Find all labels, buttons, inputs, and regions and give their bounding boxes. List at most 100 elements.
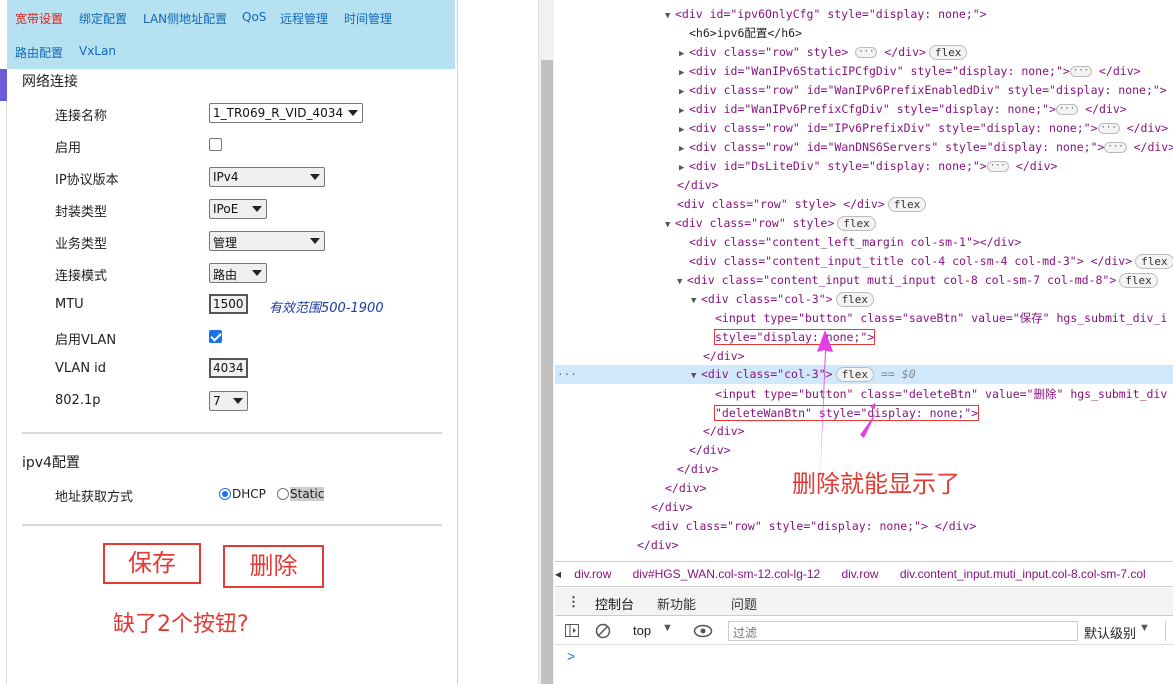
section-title-network: 网络连接 xyxy=(22,74,78,90)
tab-whats-new[interactable]: 新功能 xyxy=(657,594,696,613)
service-select[interactable]: 管理 xyxy=(209,231,325,251)
tab-lan-address[interactable]: LAN侧地址配置 xyxy=(143,10,227,27)
devtools-panel: ▼ <div id="ipv6OnlyCfg" style="display: n… xyxy=(555,0,1173,684)
breadcrumb-item[interactable]: div.row xyxy=(574,567,611,581)
expand-triangle-icon[interactable]: ▶ xyxy=(679,140,689,157)
dom-node[interactable]: ▶ <div id="WanIPv6PrefixCfgDiv" style="di… xyxy=(555,100,1173,119)
dom-node[interactable]: ▼ <div class="row" style> flex xyxy=(555,214,1173,233)
collapse-triangle-icon[interactable]: ▼ xyxy=(665,7,675,24)
chevron-down-icon: ▼ xyxy=(1139,622,1150,634)
chevron-down-icon xyxy=(310,174,320,180)
tab-broadband[interactable]: 宽带设置 xyxy=(15,10,63,27)
dom-node[interactable]: ▼ <div id="ipv6OnlyCfg" style="display: n… xyxy=(555,5,1173,24)
enable-checkbox[interactable] xyxy=(209,138,222,151)
sidebar-toggle-icon[interactable] xyxy=(565,624,580,638)
breadcrumb-item[interactable]: div.content_input.muti_input.col-8.col-s… xyxy=(900,567,1146,581)
dom-node[interactable]: ▶ <div class="row" style> ··· </div> flex xyxy=(555,43,1173,62)
expand-triangle-icon[interactable]: ▶ xyxy=(679,121,689,138)
collapse-triangle-icon[interactable]: ▼ xyxy=(691,367,701,384)
chevron-down-icon: ▼ xyxy=(662,622,673,634)
vlan-id-input[interactable]: 4034 xyxy=(209,358,248,378)
vlan-enable-label: 启用VLAN xyxy=(55,333,117,348)
dom-breadcrumbs: ◂ div.row div#HGS_WAN.col-sm-12.col-lg-1… xyxy=(555,561,1173,587)
tab-routing[interactable]: 路由配置 xyxy=(15,44,63,61)
static-radio[interactable] xyxy=(277,488,289,500)
mtu-label: MTU xyxy=(55,297,84,312)
tab-binding[interactable]: 绑定配置 xyxy=(79,10,127,27)
context-select[interactable]: top xyxy=(633,623,651,638)
scrollbar-thumb[interactable] xyxy=(541,60,553,684)
enable-label: 启用 xyxy=(55,141,82,156)
annotation-missing-note: 缺了2个按钮? xyxy=(113,612,249,637)
tab-time[interactable]: 时间管理 xyxy=(344,10,392,27)
dom-node[interactable]: ▶ <div class="row" id="IPv6PrefixDiv" sty… xyxy=(555,119,1173,138)
tab-remote[interactable]: 远程管理 xyxy=(280,10,328,27)
dom-node[interactable]: <input type="button" class="saveBtn" val… xyxy=(555,309,1173,328)
filter-input[interactable]: 过滤 xyxy=(728,621,1078,641)
expand-triangle-icon[interactable]: ▶ xyxy=(679,64,689,81)
dom-node[interactable]: <div class="row" style> </div> flex xyxy=(555,195,1173,214)
dom-node[interactable]: <div class="content_left_margin col-sm-1… xyxy=(555,233,1173,252)
dom-node[interactable]: </div> xyxy=(555,498,1173,517)
dot1p-label: 802.1p xyxy=(55,393,101,408)
tab-vxlan[interactable]: VxLan xyxy=(79,44,116,58)
router-config-page: 宽带设置 绑定配置 LAN侧地址配置 QoS 远程管理 时间管理 路由配置 Vx… xyxy=(0,0,457,684)
annotation-devtools-note: 删除就能显示了 xyxy=(792,470,960,498)
console-toolbar: top ▼ 过滤 默认级别 ▼ xyxy=(555,617,1173,645)
service-label: 业务类型 xyxy=(55,237,108,252)
dom-node[interactable]: ▼ <div class="col-3"> flex xyxy=(555,290,1173,309)
breadcrumb-item[interactable]: div#HGS_WAN.col-sm-12.col-lg-12 xyxy=(633,567,821,581)
dom-node[interactable]: </div> xyxy=(555,536,1173,555)
conn-name-label: 连接名称 xyxy=(55,109,108,124)
chevron-down-icon xyxy=(348,110,358,116)
level-select[interactable]: 默认级别 xyxy=(1084,623,1136,642)
mtu-input[interactable]: 1500 xyxy=(209,294,248,314)
more-icon[interactable]: ··· xyxy=(557,365,577,384)
expand-triangle-icon[interactable]: ▶ xyxy=(679,83,689,100)
dom-node[interactable]: </div> xyxy=(555,176,1173,195)
page-scrollbar[interactable] xyxy=(538,0,554,684)
mode-select[interactable]: 路由 xyxy=(209,263,267,283)
clear-console-icon[interactable] xyxy=(595,623,611,639)
dom-node[interactable]: <h6>ipv6配置</h6> xyxy=(555,24,1173,43)
scroll-left-icon[interactable]: ◂ xyxy=(555,567,561,581)
encap-label: 封装类型 xyxy=(55,205,108,220)
arrow-diagonal-icon xyxy=(860,402,875,438)
dhcp-radio[interactable] xyxy=(219,488,231,500)
dom-node[interactable]: ▼ <div class="content_input muti_input co… xyxy=(555,271,1173,290)
conn-name-select[interactable]: 1_TR069_R_VID_4034 xyxy=(209,103,363,123)
dom-node[interactable]: ▶ <div class="row" id="WanIPv6PrefixEnabl… xyxy=(555,81,1173,100)
dom-node[interactable]: ▶ <div id="WanIPv6StaticIPCfgDiv" style="… xyxy=(555,62,1173,81)
divider xyxy=(22,432,442,434)
chevron-down-icon xyxy=(233,398,243,404)
encap-select[interactable]: IPoE xyxy=(209,199,267,219)
pane-divider[interactable] xyxy=(457,0,458,684)
tab-qos[interactable]: QoS xyxy=(242,10,266,24)
static-label: Static xyxy=(290,487,325,501)
collapse-triangle-icon[interactable]: ▼ xyxy=(691,292,701,309)
expand-triangle-icon[interactable]: ▶ xyxy=(679,45,689,62)
dom-node[interactable]: ▶ <div class="row" id="WanDNS6Servers" st… xyxy=(555,138,1173,157)
ip-version-select[interactable]: IPv4 xyxy=(209,167,325,187)
annotation-save-box: 保存 xyxy=(103,543,201,584)
dom-node[interactable]: ▶ <div id="DsLiteDiv" style="display: non… xyxy=(555,157,1173,176)
collapse-triangle-icon[interactable]: ▼ xyxy=(665,216,675,233)
dom-node[interactable]: <div class="row" style="display: none;">… xyxy=(555,517,1173,536)
top-nav: 宽带设置 绑定配置 LAN侧地址配置 QoS 远程管理 时间管理 路由配置 Vx… xyxy=(7,0,455,69)
dot1p-select[interactable]: 7 xyxy=(209,391,248,411)
breadcrumb-item[interactable]: div.row xyxy=(841,567,878,581)
more-icon[interactable]: ⋮ xyxy=(567,594,580,610)
dom-node[interactable]: <div class="content_input_title col-4 co… xyxy=(555,252,1173,271)
mtu-hint: 有效范围500-1900 xyxy=(269,301,384,316)
collapse-triangle-icon[interactable]: ▼ xyxy=(677,273,687,290)
expand-triangle-icon[interactable]: ▶ xyxy=(679,102,689,119)
expand-triangle-icon[interactable]: ▶ xyxy=(679,159,689,176)
chevron-down-icon xyxy=(252,270,262,276)
tab-console[interactable]: 控制台 xyxy=(595,594,635,619)
section-title-ipv4: ipv4配置 xyxy=(22,455,80,471)
eye-icon[interactable] xyxy=(693,624,713,638)
vlan-enable-checkbox[interactable] xyxy=(209,330,222,343)
arrow-up-icon xyxy=(817,330,833,480)
console-prompt[interactable]: > xyxy=(567,648,575,664)
tab-issues[interactable]: 问题 xyxy=(731,594,757,613)
